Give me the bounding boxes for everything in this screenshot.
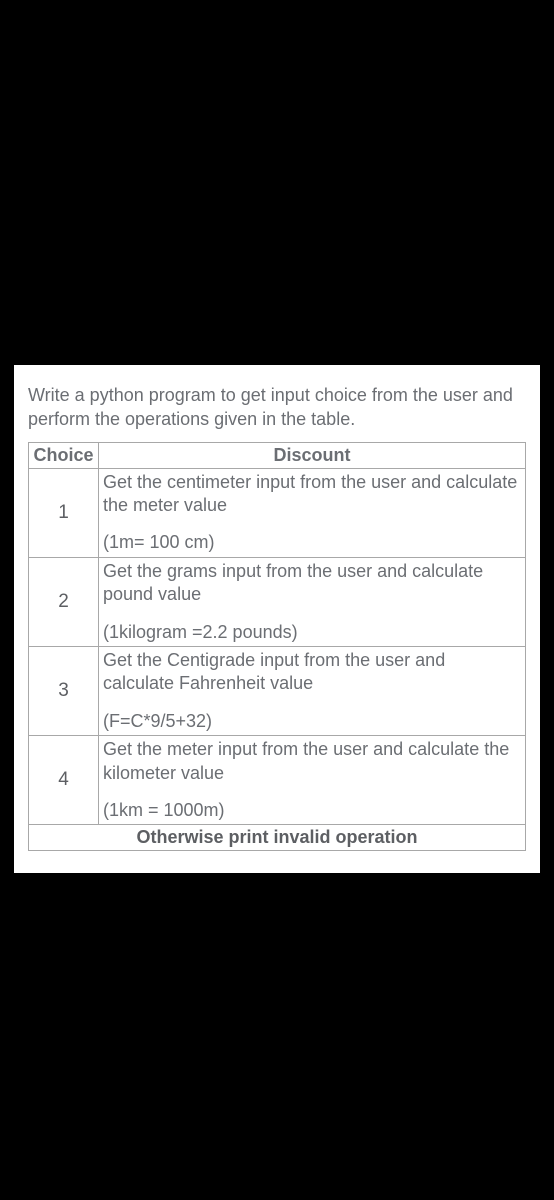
choice-description: Get the centimeter input from the user a… <box>99 468 526 557</box>
choice-number: 1 <box>29 468 99 557</box>
choice-number: 4 <box>29 736 99 825</box>
otherwise-text: Otherwise print invalid operation <box>29 825 526 851</box>
description-formula: (1kilogram =2.2 pounds) <box>103 621 521 644</box>
table-row: 3 Get the Centigrade input from the user… <box>29 646 526 735</box>
table-row-otherwise: Otherwise print invalid operation <box>29 825 526 851</box>
choice-description: Get the grams input from the user and ca… <box>99 557 526 646</box>
choice-number: 2 <box>29 557 99 646</box>
description-main: Get the meter input from the user and ca… <box>103 738 521 785</box>
description-main: Get the Centigrade input from the user a… <box>103 649 521 696</box>
table-row: 4 Get the meter input from the user and … <box>29 736 526 825</box>
choice-table: Choice Discount 1 Get the centimeter inp… <box>28 442 526 852</box>
description-main: Get the centimeter input from the user a… <box>103 471 521 518</box>
choice-description: Get the Centigrade input from the user a… <box>99 646 526 735</box>
choice-number: 3 <box>29 646 99 735</box>
header-choice: Choice <box>29 442 99 468</box>
description-formula: (1m= 100 cm) <box>103 531 521 554</box>
description-main: Get the grams input from the user and ca… <box>103 560 521 607</box>
document-card: Write a python program to get input choi… <box>14 365 540 873</box>
instruction-text: Write a python program to get input choi… <box>28 383 526 432</box>
choice-description: Get the meter input from the user and ca… <box>99 736 526 825</box>
table-row: 2 Get the grams input from the user and … <box>29 557 526 646</box>
table-header-row: Choice Discount <box>29 442 526 468</box>
description-formula: (F=C*9/5+32) <box>103 710 521 733</box>
header-discount: Discount <box>99 442 526 468</box>
description-formula: (1km = 1000m) <box>103 799 521 822</box>
table-row: 1 Get the centimeter input from the user… <box>29 468 526 557</box>
